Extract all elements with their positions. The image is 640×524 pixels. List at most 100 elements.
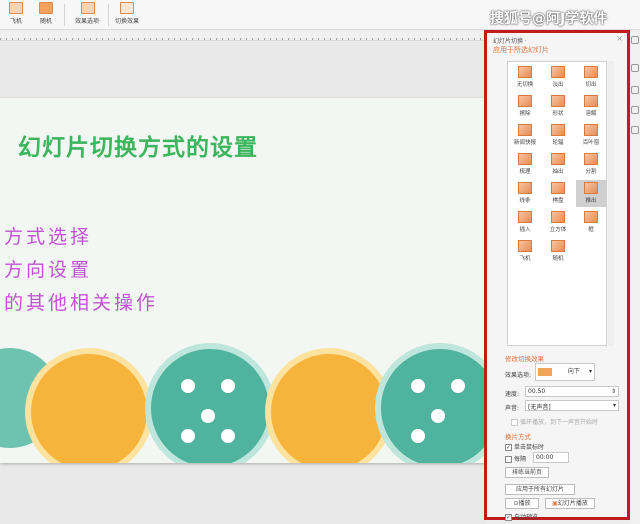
rearrange-button[interactable]: 排练当前页 bbox=[505, 467, 549, 478]
push-down-icon bbox=[538, 367, 552, 376]
advance-heading: 换片方式 bbox=[505, 433, 531, 441]
speed-value: 00.50 bbox=[528, 388, 546, 395]
transition-option[interactable]: 新闻快报 bbox=[510, 122, 540, 149]
apply-heading: 应用于所选幻灯片 bbox=[493, 46, 549, 54]
share-icon[interactable] bbox=[631, 64, 639, 72]
transition-label: 无切换 bbox=[516, 82, 534, 88]
orange-slice-image bbox=[25, 348, 153, 463]
transition-option[interactable]: 擦除 bbox=[510, 93, 540, 120]
switch-effect-button[interactable]: 切换效果 bbox=[112, 2, 142, 25]
history-icon[interactable] bbox=[631, 126, 639, 134]
transition-option[interactable]: 溶解 bbox=[576, 93, 606, 120]
transition-option[interactable]: 分割 bbox=[576, 151, 606, 178]
home-icon[interactable] bbox=[631, 86, 639, 94]
effect-value: 向下 bbox=[567, 368, 580, 375]
transition-option[interactable]: 抽出 bbox=[543, 151, 573, 178]
sound-dropdown[interactable]: [无声音] ▾ bbox=[525, 400, 619, 411]
transition-option[interactable]: 无切换 bbox=[510, 64, 540, 91]
transition-label: 插入 bbox=[519, 227, 531, 233]
transition-thumbnail-icon bbox=[584, 66, 598, 78]
gallery-scrollbar[interactable] bbox=[608, 61, 614, 346]
transition-label: 棋盘 bbox=[552, 198, 564, 204]
transition-icon[interactable] bbox=[631, 106, 639, 114]
transition-option[interactable]: 推出 bbox=[576, 180, 606, 207]
transition-option[interactable]: 飞机 bbox=[510, 238, 540, 265]
transition-option[interactable]: 形状 bbox=[543, 93, 573, 120]
spinner-icon[interactable]: ⇕ bbox=[611, 388, 616, 395]
transition-label: 推出 bbox=[585, 198, 597, 204]
close-icon[interactable]: × bbox=[616, 34, 623, 43]
autopreview-label: 自动预览 bbox=[514, 514, 539, 521]
transition-label: 百叶窗 bbox=[582, 140, 600, 146]
loop-sound-option[interactable]: 循环播放，到下一声音开始时 bbox=[511, 417, 598, 426]
on-click-option[interactable]: ✓ 单击鼠标时 bbox=[505, 442, 544, 451]
every-value: 00:00 bbox=[536, 454, 554, 461]
transition-thumbnail-icon bbox=[518, 66, 532, 78]
transition-thumbnail-icon bbox=[551, 66, 565, 78]
modify-heading: 修改切换效果 bbox=[505, 355, 544, 363]
transition-option[interactable]: 棋盘 bbox=[543, 180, 573, 207]
every-checkbox[interactable] bbox=[505, 456, 512, 463]
transition-label: 溶解 bbox=[585, 111, 597, 117]
speed-input[interactable]: 00.50 ⇕ bbox=[525, 386, 619, 397]
slide-line-3: 的其他相关操作 bbox=[4, 292, 159, 314]
play-button[interactable]: ⊙播放 bbox=[505, 498, 539, 509]
every-label: 每隔 bbox=[514, 456, 527, 463]
transition-thumbnail-icon bbox=[584, 95, 598, 107]
apply-all-button[interactable]: 应用于所有幻灯片 bbox=[505, 484, 575, 495]
slide-canvas[interactable]: 幻灯片切换方式的设置 方式选择 方向设置 的其他相关操作 bbox=[0, 98, 487, 463]
on-click-label: 单击鼠标时 bbox=[514, 444, 545, 451]
transition-thumbnail-icon bbox=[584, 124, 598, 136]
every-option[interactable]: 每隔 bbox=[505, 454, 526, 463]
transition-option[interactable]: 轮辐 bbox=[543, 122, 573, 149]
lime-slice-image bbox=[375, 343, 487, 463]
on-click-checkbox[interactable]: ✓ bbox=[505, 444, 512, 451]
airplane-transition-button[interactable]: 飞机 bbox=[4, 2, 28, 25]
transition-gallery: 无切换 淡出 切出擦除 形状 溶解新闻快报 轮辐 百叶窗梳理 抽出 分割线条 棋盘 推出插入 立方体 框… bbox=[507, 61, 607, 346]
effect-options-button[interactable]: 效果选项· bbox=[70, 2, 106, 25]
pin-icon[interactable] bbox=[631, 36, 639, 44]
slide-workarea: 幻灯片切换方式的设置 方式选择 方向设置 的其他相关操作 bbox=[0, 42, 487, 524]
transition-label: 框 bbox=[588, 227, 594, 233]
transition-option[interactable]: 线条 bbox=[510, 180, 540, 207]
loop-checkbox[interactable] bbox=[511, 419, 518, 426]
transition-option[interactable]: 淡出 bbox=[543, 64, 573, 91]
effect-options-label: 效果选项: bbox=[505, 372, 532, 379]
effect-options-dropdown[interactable]: 向下 ▾ bbox=[535, 363, 595, 381]
sound-value: [无声音] bbox=[528, 404, 551, 411]
transition-label: 擦除 bbox=[519, 111, 531, 117]
transition-label: 随机 bbox=[552, 256, 564, 262]
transition-thumbnail-icon bbox=[518, 211, 532, 223]
slide-transition-pane: 幻灯片切换 · × 应用于所选幻灯片 无切换 淡出 切出擦除 形状 溶解新闻快报 轮辐 百叶… bbox=[484, 30, 630, 521]
slideshow-button[interactable]: ▣幻灯片播放 bbox=[545, 498, 595, 509]
pane-title: 幻灯片切换 · bbox=[493, 38, 527, 45]
transition-option[interactable]: 百叶窗 bbox=[576, 122, 606, 149]
toolbar-separator bbox=[108, 4, 109, 26]
transition-thumbnail-icon bbox=[551, 182, 565, 194]
transition-label: 新闻快报 bbox=[513, 140, 536, 146]
random-transition-button[interactable]: 随机 bbox=[34, 2, 58, 25]
transition-label: 轮辐 bbox=[552, 140, 564, 146]
transition-option[interactable]: 框 bbox=[576, 209, 606, 236]
every-time-input[interactable]: 00:00 bbox=[533, 452, 569, 463]
transition-label: 梳理 bbox=[519, 169, 531, 175]
chevron-down-icon: ▾ bbox=[588, 368, 592, 375]
transition-option[interactable]: 立方体 bbox=[543, 209, 573, 236]
autopreview-option[interactable]: ✓ 自动预览 bbox=[505, 512, 538, 521]
transition-option[interactable]: 切出 bbox=[576, 64, 606, 91]
play-label: 播放 bbox=[518, 500, 531, 507]
transition-option[interactable]: 插入 bbox=[510, 209, 540, 236]
airplane-icon bbox=[9, 2, 23, 14]
random-label: 随机 bbox=[39, 18, 52, 25]
slide-title: 幻灯片切换方式的设置 bbox=[18, 134, 258, 161]
orange-slice-image bbox=[265, 348, 393, 463]
switch-effect-label: 切换效果 bbox=[114, 18, 139, 25]
effect-options-icon bbox=[81, 2, 95, 14]
transition-label: 抽出 bbox=[552, 169, 564, 175]
transition-label: 立方体 bbox=[549, 227, 567, 233]
transition-thumbnail-icon bbox=[518, 95, 532, 107]
transition-thumbnail-icon bbox=[551, 240, 565, 252]
autopreview-checkbox[interactable]: ✓ bbox=[505, 514, 512, 521]
transition-option[interactable]: 随机 bbox=[543, 238, 573, 265]
transition-option[interactable]: 梳理 bbox=[510, 151, 540, 178]
